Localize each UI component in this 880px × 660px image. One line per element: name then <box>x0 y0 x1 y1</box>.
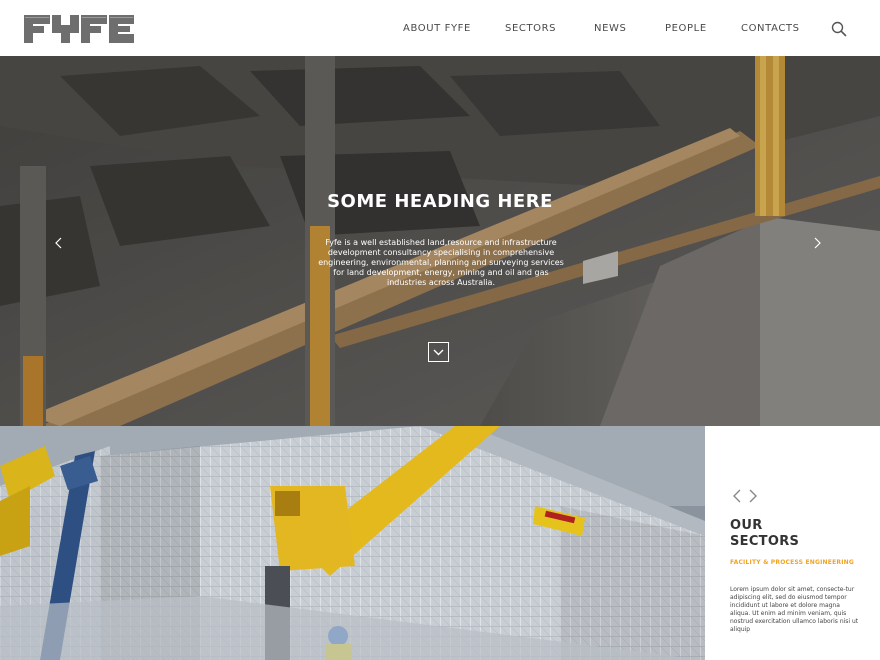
sector-photo <box>0 426 705 660</box>
search-icon[interactable] <box>831 21 847 37</box>
nav-news[interactable]: NEWS <box>594 22 626 36</box>
site-header: ABOUT FYFE SECTORS NEWS PEOPLE CONTACTS <box>0 0 880 56</box>
sectors-heading-line2: SECTORS <box>730 534 800 549</box>
chevron-right-icon[interactable] <box>747 489 759 503</box>
sector-subheading[interactable]: FACILITY & PROCESS ENGINEERING <box>730 559 875 567</box>
sectors-heading: OUR SECTORS <box>730 518 870 550</box>
nav-people[interactable]: PEOPLE <box>665 22 707 36</box>
scroll-down-button[interactable] <box>428 342 449 362</box>
nav-about-fyfe[interactable]: ABOUT FYFE <box>403 22 471 36</box>
main-nav: ABOUT FYFE SECTORS NEWS PEOPLE CONTACTS <box>380 0 820 56</box>
sectors-heading-line1: OUR <box>730 518 763 533</box>
fyfe-logo[interactable] <box>24 15 134 43</box>
nav-sectors[interactable]: SECTORS <box>505 22 556 36</box>
hero-slider: SOME HEADING HERE Fyfe is a well establi… <box>0 56 880 426</box>
sectors-panel: OUR SECTORS FACILITY & PROCESS ENGINEERI… <box>705 426 880 660</box>
nav-contacts[interactable]: CONTACTS <box>741 22 800 36</box>
hero-heading: SOME HEADING HERE <box>327 191 553 212</box>
sector-description: Lorem ipsum dolor sit amet, consecte-tur… <box>730 586 859 633</box>
chevron-left-icon[interactable] <box>52 236 66 250</box>
hero-description: Fyfe is a well established land,resource… <box>318 238 564 287</box>
chevron-left-icon[interactable] <box>731 489 743 503</box>
sector-image <box>0 426 705 660</box>
chevron-down-icon <box>433 349 444 356</box>
chevron-right-icon[interactable] <box>810 236 824 250</box>
